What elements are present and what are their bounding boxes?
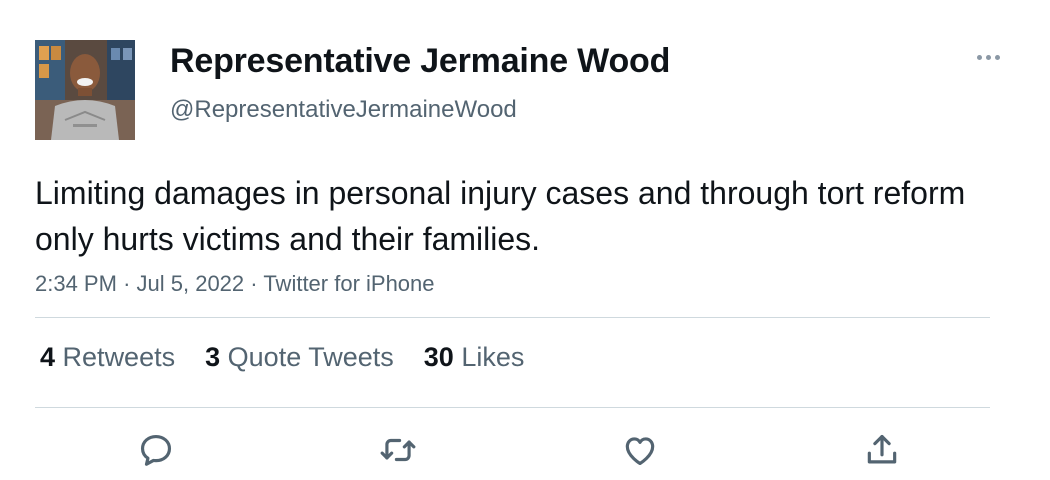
engagement-stats: 4 Retweets 3 Quote Tweets 30 Likes: [40, 342, 524, 373]
share-icon: [867, 434, 897, 464]
like-icon: [625, 437, 655, 466]
likes-count: 30: [423, 342, 454, 372]
reply-icon: [140, 434, 172, 466]
quote-tweets-label: Quote Tweets: [227, 342, 394, 372]
share-button[interactable]: [860, 428, 904, 472]
divider: [35, 317, 990, 318]
tweet-date[interactable]: Jul 5, 2022: [137, 271, 245, 296]
dot: [976, 54, 982, 60]
retweet-button[interactable]: [376, 428, 420, 472]
retweets-label: Retweets: [62, 342, 176, 372]
likes-stat[interactable]: 30 Likes: [424, 342, 525, 373]
meta-separator: ·: [123, 271, 131, 296]
likes-label: Likes: [461, 342, 525, 372]
tweet-source[interactable]: Twitter for iPhone: [263, 271, 434, 296]
action-bar: [0, 428, 1050, 472]
divider: [35, 407, 990, 408]
quote-tweets-stat[interactable]: 3 Quote Tweets: [205, 342, 394, 373]
avatar[interactable]: [35, 40, 135, 140]
tweet-text: Limiting damages in personal injury case…: [35, 175, 966, 257]
more-options-icon[interactable]: [968, 42, 1008, 72]
author-handle[interactable]: @RepresentativeJermaineWood: [170, 96, 517, 124]
dot: [985, 54, 991, 60]
retweets-count: 4: [40, 342, 56, 372]
tweet-time[interactable]: 2:34 PM: [35, 271, 117, 296]
retweet-icon: [380, 438, 416, 462]
quote-tweets-count: 3: [205, 342, 221, 372]
tweet-metadata: 2:34 PM · Jul 5, 2022 · Twitter for iPho…: [35, 271, 435, 297]
profile-photo-icon: [35, 40, 135, 140]
meta-separator: ·: [250, 271, 258, 296]
retweets-stat[interactable]: 4 Retweets: [40, 342, 175, 373]
author-name[interactable]: Representative Jermaine Wood: [170, 42, 670, 81]
dot: [994, 54, 1000, 60]
reply-button[interactable]: [134, 428, 178, 472]
like-button[interactable]: [618, 428, 662, 472]
